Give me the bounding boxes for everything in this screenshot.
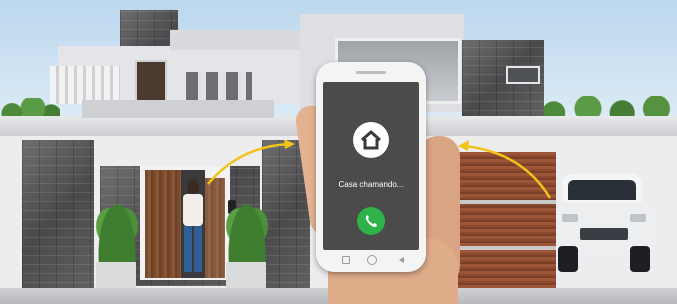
upper-roof-slab: [170, 30, 310, 50]
smart-home-scene: Casa chamando...: [0, 0, 677, 304]
left-stone-pillar: [22, 140, 94, 292]
phone-nav-home: [367, 255, 377, 265]
entry-door-left: [145, 170, 181, 278]
phone-nav-back: [342, 256, 350, 264]
phone-nav-recent: [394, 257, 404, 263]
phone-speaker: [356, 71, 386, 74]
person-visitor: [178, 180, 208, 280]
upper-left-pergola: [50, 66, 120, 104]
plant-right: [226, 198, 268, 268]
car-suv: [556, 170, 656, 276]
upper-right-small-window: [506, 66, 540, 84]
upper-window-left: [135, 60, 167, 102]
upper-windows-center: [186, 72, 252, 100]
smartphone: Casa chamando...: [316, 62, 426, 272]
balcony-rail: [82, 100, 274, 118]
home-icon: [361, 130, 381, 150]
home-icon-circle: [353, 122, 389, 158]
phone-answer-icon: [365, 215, 377, 227]
arrow-left: [207, 140, 295, 185]
phone-screen: Casa chamando...: [323, 82, 419, 250]
plant-left: [96, 198, 138, 268]
entry-door-right: [205, 178, 225, 278]
answer-call-button[interactable]: [357, 207, 385, 235]
call-status-text: Casa chamando...: [338, 180, 404, 189]
